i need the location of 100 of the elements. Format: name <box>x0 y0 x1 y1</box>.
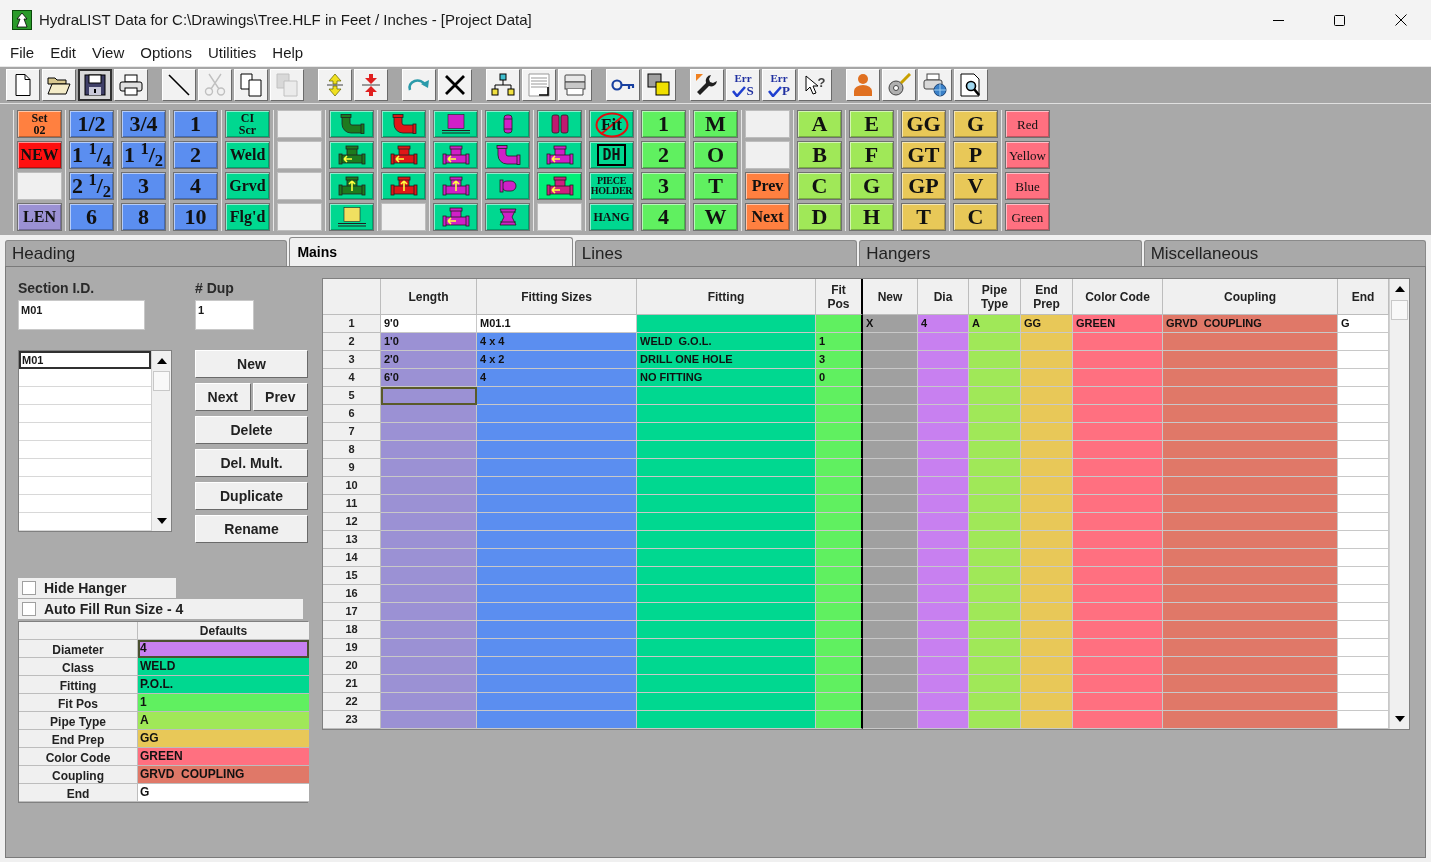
palette-button[interactable]: V <box>953 172 998 200</box>
column-header[interactable]: Pipe Type <box>969 279 1021 315</box>
column-header[interactable]: Dia <box>918 279 969 315</box>
palette-button[interactable]: P <box>953 141 998 169</box>
fitting-button[interactable] <box>485 203 530 231</box>
palette-button[interactable]: 2 <box>641 141 686 169</box>
action-button[interactable]: Delete <box>195 416 308 444</box>
menu-item[interactable]: Utilities <box>200 43 265 63</box>
table-cell[interactable]: GRVD COUPLING <box>138 766 309 784</box>
palette-button[interactable]: Red <box>1005 110 1050 138</box>
palette-button[interactable]: Yellow <box>1005 141 1050 169</box>
palette-button[interactable]: 1 $^{1}$/$_{4}$ <box>69 141 114 169</box>
menu-item[interactable]: View <box>84 43 133 63</box>
action-button[interactable]: New <box>195 350 308 378</box>
fitting-button[interactable] <box>329 110 374 138</box>
table-cell[interactable]: WELD <box>138 658 309 676</box>
palette-button[interactable]: GG <box>901 110 946 138</box>
scrollbar[interactable] <box>151 351 171 531</box>
palette-button[interactable]: HANG <box>589 203 634 231</box>
fitting-button[interactable] <box>485 172 530 200</box>
fitting-button[interactable] <box>329 172 374 200</box>
fitting-button[interactable] <box>381 141 426 169</box>
table-cell[interactable]: A <box>138 712 309 730</box>
palette-button[interactable]: PIECE HOLDER <box>589 172 634 200</box>
palette-button[interactable]: NEW <box>17 141 62 169</box>
text-field[interactable]: 1 <box>195 300 254 330</box>
table-cell[interactable]: P.O.L. <box>138 676 309 694</box>
tab[interactable]: Lines <box>574 240 858 266</box>
palette-button[interactable]: 4 <box>173 172 218 200</box>
palette-button[interactable]: H <box>849 203 894 231</box>
checkbox[interactable] <box>22 581 36 595</box>
palette-button[interactable]: D <box>797 203 842 231</box>
palette-button[interactable]: E <box>849 110 894 138</box>
tab[interactable]: Hangers <box>859 240 1142 266</box>
help-button[interactable]: ? <box>798 69 832 101</box>
tab[interactable]: Heading <box>5 240 288 266</box>
action-button[interactable]: Duplicate <box>195 482 308 510</box>
palette-button[interactable]: 1 <box>641 110 686 138</box>
palette-button[interactable]: C <box>953 203 998 231</box>
list-item[interactable]: M01 <box>19 351 151 369</box>
column-header[interactable]: Color Code <box>1073 279 1163 315</box>
column-header[interactable]: Length <box>381 279 477 315</box>
palette-button[interactable]: 2 $^{1}$/$_{2}$ <box>69 172 114 200</box>
fitting-button[interactable] <box>381 172 426 200</box>
column-header[interactable]: Fitting <box>637 279 816 315</box>
palette-button[interactable]: O <box>693 141 738 169</box>
palette-button[interactable]: Set 02 <box>17 110 62 138</box>
palette-button[interactable]: LEN <box>17 203 62 231</box>
palette-button[interactable]: Next <box>745 203 790 231</box>
palette-button[interactable]: 1 $^{1}$/$_{2}$ <box>121 141 166 169</box>
palette-button[interactable]: A <box>797 110 842 138</box>
palette-button[interactable]: 1/2 <box>69 110 114 138</box>
palette-button[interactable]: F <box>849 141 894 169</box>
palette-button[interactable]: W <box>693 203 738 231</box>
fitting-button[interactable] <box>433 172 478 200</box>
column-header[interactable]: Fitting Sizes <box>477 279 637 315</box>
palette-button[interactable]: 3 <box>641 172 686 200</box>
palette-button[interactable]: T <box>693 172 738 200</box>
text-field[interactable]: M01 <box>18 300 145 330</box>
action-button[interactable]: Rename <box>195 515 308 543</box>
fitting-button[interactable] <box>537 172 582 200</box>
table-cell[interactable]: 1 <box>138 694 309 712</box>
palette-button[interactable]: 4 <box>641 203 686 231</box>
palette-button[interactable]: CI Scr <box>225 110 270 138</box>
palette-button[interactable]: M <box>693 110 738 138</box>
palette-button[interactable]: 3/4 <box>121 110 166 138</box>
palette-button[interactable]: 8 <box>121 203 166 231</box>
column-header[interactable]: Coupling <box>1163 279 1338 315</box>
fitting-button[interactable] <box>329 203 374 231</box>
menu-item[interactable]: Options <box>132 43 200 63</box>
fitting-button[interactable] <box>381 110 426 138</box>
menu-item[interactable]: Edit <box>42 43 85 63</box>
palette-button[interactable]: 3 <box>121 172 166 200</box>
table-cell[interactable]: 4 <box>138 640 309 658</box>
menu-item[interactable]: File <box>2 43 43 63</box>
column-header[interactable]: End <box>1338 279 1389 315</box>
action-button[interactable]: Next <box>195 383 251 411</box>
palette-button[interactable]: 10 <box>173 203 218 231</box>
palette-button[interactable]: Weld <box>225 141 270 169</box>
table-cell[interactable]: GREEN <box>138 748 309 766</box>
checkbox[interactable] <box>22 602 36 616</box>
fitting-button[interactable] <box>485 110 530 138</box>
scrollbar[interactable] <box>1389 279 1409 729</box>
scroll-thumb[interactable] <box>153 371 170 391</box>
tab[interactable]: Miscellaneous <box>1143 240 1427 266</box>
palette-button[interactable]: Grvd <box>225 172 270 200</box>
palette-button[interactable]: 6 <box>69 203 114 231</box>
column-header[interactable]: New <box>863 279 918 315</box>
table-cell[interactable]: G <box>138 784 309 802</box>
palette-button[interactable]: GT <box>901 141 946 169</box>
palette-button[interactable]: GP <box>901 172 946 200</box>
palette-button[interactable]: Green <box>1005 203 1050 231</box>
action-button[interactable]: Prev <box>252 383 308 411</box>
error-check-button[interactable]: Err S <box>726 69 760 101</box>
palette-button[interactable]: G <box>953 110 998 138</box>
error-check-button[interactable]: Err P <box>762 69 796 101</box>
fitting-button[interactable] <box>433 141 478 169</box>
palette-button[interactable]: Blue <box>1005 172 1050 200</box>
scroll-thumb[interactable] <box>1391 300 1408 320</box>
palette-button[interactable]: Prev <box>745 172 790 200</box>
